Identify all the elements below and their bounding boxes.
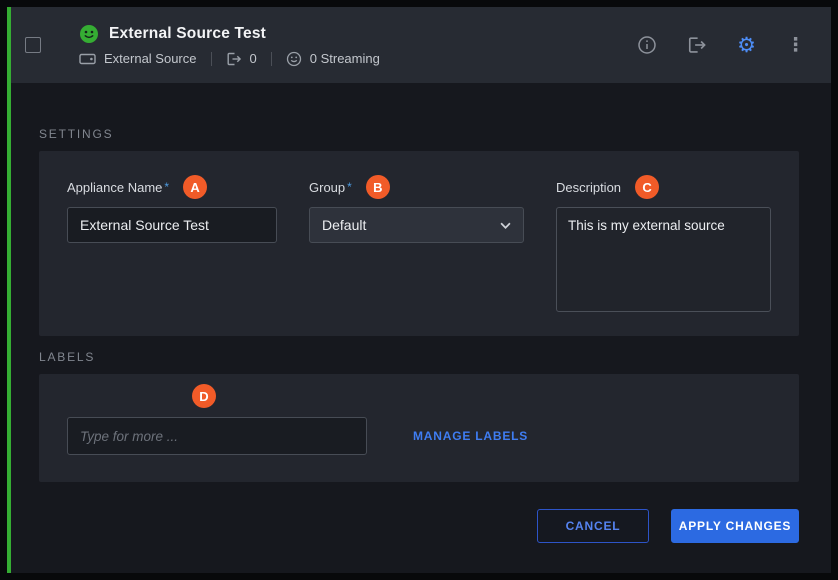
export-icon [687,35,707,55]
apply-changes-button[interactable]: APPLY CHANGES [671,509,799,543]
description-label: Description [556,180,621,195]
settings-heading: SETTINGS [39,127,799,141]
annotation-badge-a: A [183,175,207,199]
appliance-type-icon [79,52,96,66]
title-block: External Source Test External Source 0 [79,24,380,67]
output-count: 0 [250,51,257,66]
source-status-icon [79,24,99,44]
chevron-down-icon [500,222,511,229]
labels-panel: D MANAGE LABELS [39,374,799,482]
settings-button[interactable]: ⚙ [737,35,756,56]
description-field: Description C This is my external source [556,175,771,312]
description-textarea[interactable]: This is my external source [556,207,771,312]
header-actions: ⚙ ⋮ [637,35,805,56]
labels-heading: LABELS [39,350,799,364]
page-title: External Source Test [109,25,266,43]
required-marker: * [164,180,169,194]
appliance-meta: External Source 0 0 Streaming [79,51,380,67]
gear-icon: ⚙ [737,35,756,56]
annotation-badge-b: B [366,175,390,199]
appliance-name-label: Appliance Name* [67,180,169,195]
appliance-name-field: Appliance Name* A [67,175,277,312]
manage-labels-link[interactable]: MANAGE LABELS [413,429,528,443]
streaming-icon [286,51,302,67]
labels-input[interactable] [67,417,367,455]
settings-panel: Appliance Name* A Group* B Default [39,151,799,336]
select-checkbox[interactable] [25,37,41,53]
group-select-value: Default [322,217,366,233]
selection-indicator [7,7,11,573]
more-button[interactable]: ⋮ [786,36,805,55]
cancel-button[interactable]: CANCEL [537,509,649,543]
footer-actions: CANCEL APPLY CHANGES [39,509,799,543]
appliance-settings-dialog: External Source Test External Source 0 [7,7,831,573]
export-button[interactable] [687,35,707,55]
required-marker: * [347,180,352,194]
divider [211,52,212,66]
info-button[interactable] [637,35,657,55]
divider [271,52,272,66]
kebab-icon: ⋮ [786,36,805,55]
group-field: Group* B Default [309,175,524,312]
header: External Source Test External Source 0 [7,7,831,83]
appliance-type-label: External Source [104,51,197,66]
group-label: Group* [309,180,352,195]
dialog-body: SETTINGS Appliance Name* A Group* B Defa… [7,83,831,573]
appliance-name-input[interactable] [67,207,277,243]
annotation-badge-c: C [635,175,659,199]
outputs-icon [226,51,242,67]
group-select[interactable]: Default [309,207,524,243]
streaming-count: 0 Streaming [310,51,380,66]
info-icon [637,35,657,55]
annotation-badge-d: D [192,384,216,408]
